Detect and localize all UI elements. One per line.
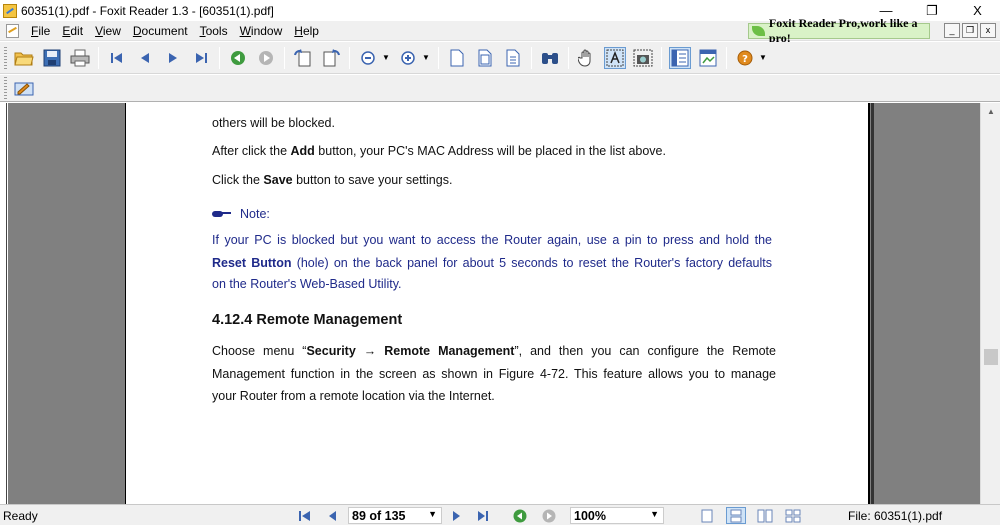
first-page-icon[interactable] — [106, 47, 128, 69]
status-facing-icon[interactable] — [756, 507, 774, 524]
page-number-field[interactable]: 89 of 135 ▼ — [348, 507, 442, 524]
menu-help[interactable]: Help — [288, 21, 325, 41]
toolbar-separator — [661, 46, 662, 69]
status-go-back-icon[interactable] — [511, 507, 529, 524]
note-line: on the Router's Web-Based Utility. — [212, 277, 402, 291]
menu-view[interactable]: View — [89, 21, 127, 41]
thumbnails-icon[interactable] — [697, 47, 719, 69]
paragraph-line: your Router from a remote location via t… — [212, 389, 495, 403]
text-line: Click the Save button to save your setti… — [212, 173, 453, 187]
facing-icon[interactable] — [502, 47, 524, 69]
go-forward-icon[interactable] — [255, 47, 277, 69]
zoom-level-text: 100% — [574, 508, 606, 523]
menu-window[interactable]: Window — [234, 21, 289, 41]
previous-page-icon[interactable] — [134, 47, 156, 69]
status-bar: Ready 89 of 135 ▼ 100% ▼ File: 60351(1).… — [0, 504, 1000, 525]
left-gutter — [0, 103, 7, 504]
zoom-in-dropdown-icon[interactable]: ▼ — [422, 53, 430, 62]
secondary-toolbar — [0, 75, 1000, 102]
note-line: If your PC is blocked but you want to ac… — [212, 233, 772, 247]
zoom-out-dropdown-icon[interactable]: ▼ — [382, 53, 390, 62]
status-next-page-icon[interactable] — [447, 507, 465, 524]
svg-text:?: ? — [742, 54, 748, 65]
status-last-page-icon[interactable] — [474, 507, 492, 524]
toolbar-separator — [284, 46, 285, 69]
document-viewport[interactable]: others will be blocked. After click the … — [0, 103, 1000, 504]
menu-edit[interactable]: Edit — [56, 21, 89, 41]
save-icon[interactable] — [41, 47, 63, 69]
zoom-dropdown-icon[interactable]: ▼ — [650, 509, 659, 519]
page-edge-shadow — [871, 103, 874, 504]
zoom-in-icon[interactable] — [397, 47, 419, 69]
snapshot-icon[interactable] — [632, 47, 654, 69]
status-first-page-icon[interactable] — [296, 507, 314, 524]
pointing-hand-icon — [212, 209, 232, 219]
rotate-right-icon[interactable] — [320, 47, 342, 69]
toolbar-separator — [349, 46, 350, 69]
continuous-icon[interactable] — [474, 47, 496, 69]
paragraph-line: Management function in the screen as sho… — [212, 367, 776, 381]
text-line: others will be blocked. — [212, 116, 335, 130]
zoom-out-icon[interactable] — [357, 47, 379, 69]
menu-tools[interactable]: Tools — [194, 21, 234, 41]
document-window-controls: _ ❐ x — [944, 23, 996, 38]
menu-bar: File Edit View Document Tools Window Hel… — [0, 16, 1000, 45]
doc-minimize-button[interactable]: _ — [944, 23, 960, 38]
status-continuous-icon[interactable] — [726, 507, 746, 524]
hand-tool-icon[interactable] — [576, 47, 598, 69]
toolbar-grip-icon[interactable] — [4, 77, 7, 99]
status-file-name: File: 60351(1).pdf — [848, 509, 943, 523]
status-continuous-facing-icon[interactable] — [784, 507, 802, 524]
toolbar-separator — [219, 46, 220, 69]
status-single-page-icon[interactable] — [698, 507, 716, 524]
help-icon[interactable]: ? — [734, 47, 756, 69]
section-heading: 4.12.4 Remote Management — [212, 312, 403, 328]
last-page-icon[interactable] — [190, 47, 212, 69]
foxit-app-icon — [3, 3, 17, 18]
print-icon[interactable] — [69, 47, 91, 69]
doc-restore-button[interactable]: ❐ — [962, 23, 978, 38]
status-previous-page-icon[interactable] — [323, 507, 341, 524]
zoom-level-field[interactable]: 100% ▼ — [570, 507, 664, 524]
toolbar-separator — [98, 46, 99, 69]
toolbar-separator — [568, 46, 569, 69]
status-text: Ready — [3, 509, 38, 523]
document-icon[interactable] — [6, 23, 19, 38]
status-go-forward-icon[interactable] — [540, 507, 558, 524]
next-page-icon[interactable] — [162, 47, 184, 69]
doc-close-button[interactable]: x — [980, 23, 996, 38]
rotate-left-icon[interactable] — [292, 47, 314, 69]
text-select-icon[interactable] — [604, 46, 626, 69]
promo-banner[interactable]: Foxit Reader Pro,work like a pro! — [748, 16, 930, 45]
leaf-icon — [752, 26, 765, 36]
page-number-text: 89 of 135 — [352, 508, 406, 523]
go-back-icon[interactable] — [227, 47, 249, 69]
vertical-scrollbar[interactable]: ▲ — [980, 103, 1000, 504]
menu-file[interactable]: File — [25, 21, 56, 41]
note-line: Reset Button (hole) on the back panel fo… — [212, 256, 772, 270]
paragraph-line: Choose menu “Security → Remote Managemen… — [212, 344, 776, 358]
toolbar-separator — [726, 46, 727, 69]
menu-document[interactable]: Document — [127, 21, 194, 41]
scroll-up-icon[interactable]: ▲ — [981, 103, 1000, 120]
main-toolbar: ▼ ▼ ? ▼ — [0, 42, 1000, 74]
single-page-icon[interactable] — [446, 47, 468, 69]
close-button[interactable]: X — [955, 0, 1000, 21]
note-heading: Note: — [212, 207, 270, 221]
scroll-thumb[interactable] — [984, 349, 998, 365]
toolbar-separator — [438, 46, 439, 69]
pdf-page[interactable]: others will be blocked. After click the … — [125, 103, 870, 504]
bookmarks-icon[interactable] — [669, 46, 691, 69]
toolbar-grip-icon[interactable] — [4, 46, 7, 69]
open-icon[interactable] — [13, 47, 35, 69]
page-dropdown-icon[interactable]: ▼ — [428, 509, 437, 519]
window-title: 60351(1).pdf - Foxit Reader 1.3 - [60351… — [21, 3, 274, 18]
toolbar-separator — [531, 46, 532, 69]
typewriter-icon[interactable] — [13, 77, 35, 99]
find-icon[interactable] — [539, 47, 561, 69]
text-line: After click the Add button, your PC's MA… — [212, 144, 666, 158]
help-dropdown-icon[interactable]: ▼ — [759, 53, 767, 62]
